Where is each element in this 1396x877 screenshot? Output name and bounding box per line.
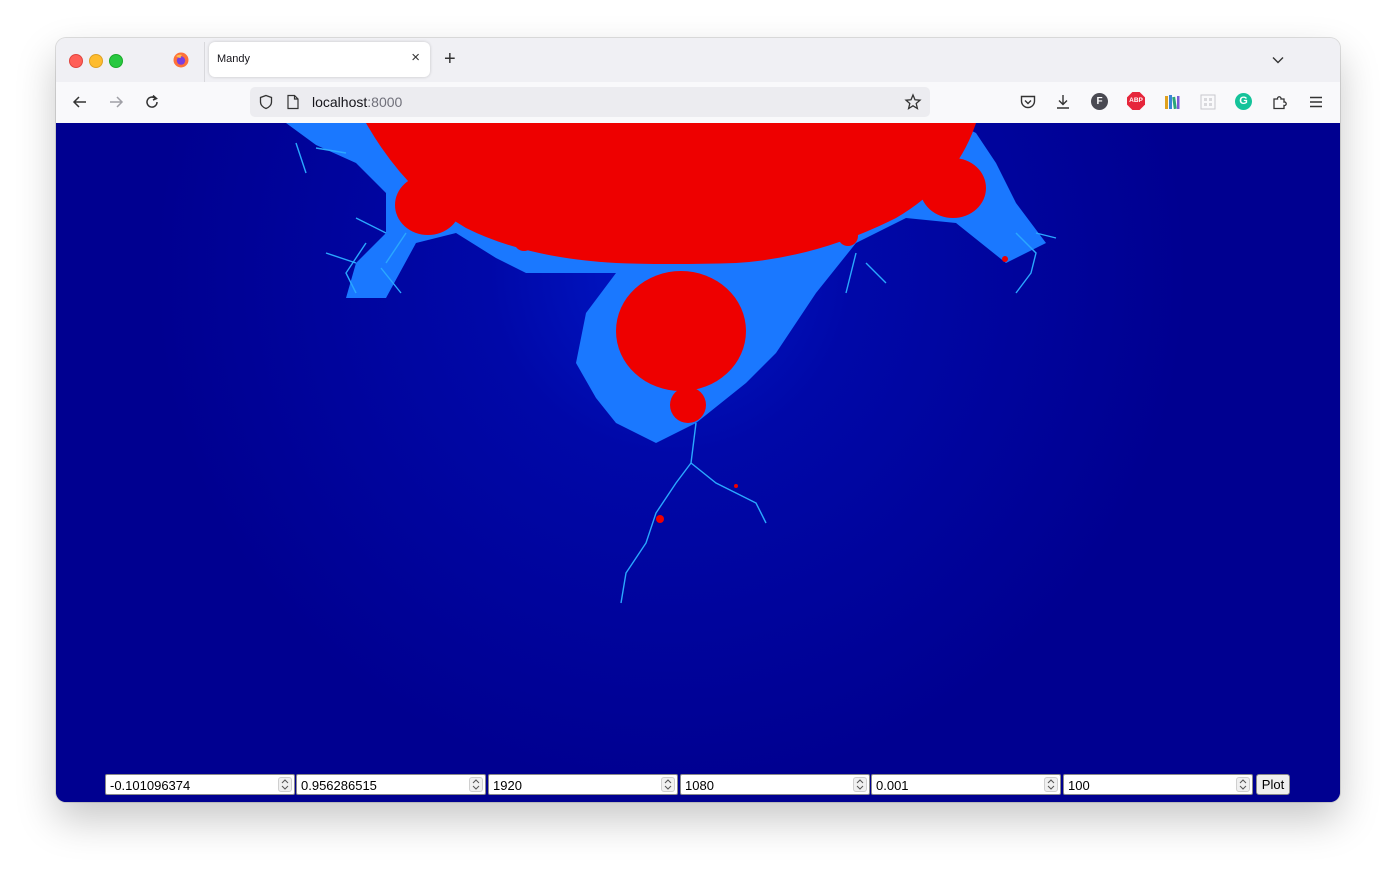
tab-separator bbox=[204, 42, 205, 82]
scale-value: 0.001 bbox=[876, 778, 909, 793]
center-y-input[interactable]: 0.956286515 bbox=[296, 774, 486, 795]
plot-button[interactable]: Plot bbox=[1256, 774, 1290, 795]
center-y-value: 0.956286515 bbox=[301, 778, 377, 793]
iterations-spinner[interactable] bbox=[1236, 777, 1250, 792]
spinner-arrows-icon bbox=[1239, 779, 1247, 790]
height-input[interactable]: 1080 bbox=[680, 774, 870, 795]
height-value: 1080 bbox=[685, 778, 714, 793]
width-input[interactable]: 1920 bbox=[488, 774, 678, 795]
height-spinner[interactable] bbox=[853, 777, 867, 792]
mandelbrot-canvas[interactable] bbox=[56, 123, 1340, 802]
menu-icon[interactable] bbox=[1307, 93, 1325, 111]
url-text: localhost:8000 bbox=[312, 94, 402, 110]
grammarly-icon[interactable]: G bbox=[1235, 93, 1252, 110]
back-arrow-icon[interactable] bbox=[71, 93, 89, 111]
tab-bar: Mandy × + bbox=[56, 38, 1340, 82]
iterations-value: 100 bbox=[1068, 778, 1090, 793]
center-x-value: -0.101096374 bbox=[110, 778, 191, 793]
forward-arrow-icon[interactable] bbox=[107, 93, 125, 111]
reload-icon[interactable] bbox=[143, 93, 161, 111]
pocket-icon[interactable] bbox=[1019, 93, 1037, 111]
new-tab-button[interactable]: + bbox=[444, 48, 456, 70]
extensions-puzzle-icon[interactable] bbox=[1271, 93, 1289, 111]
firefox-icon bbox=[173, 52, 189, 68]
iterations-input[interactable]: 100 bbox=[1063, 774, 1253, 795]
center-y-spinner[interactable] bbox=[469, 777, 483, 792]
width-value: 1920 bbox=[493, 778, 522, 793]
center-x-input[interactable]: -0.101096374 bbox=[105, 774, 295, 795]
chevron-down-icon[interactable] bbox=[1270, 52, 1286, 68]
window-maximize-button[interactable] bbox=[109, 54, 123, 68]
bookmark-star-icon[interactable] bbox=[904, 93, 922, 111]
address-bar[interactable]: localhost:8000 bbox=[250, 87, 930, 117]
window-minimize-button[interactable] bbox=[89, 54, 103, 68]
url-port: :8000 bbox=[367, 94, 403, 110]
downloads-icon[interactable] bbox=[1054, 93, 1072, 111]
adblock-plus-icon[interactable]: ABP bbox=[1127, 92, 1145, 110]
navigation-toolbar: localhost:8000 F ABP G bbox=[56, 82, 1340, 124]
spinner-arrows-icon bbox=[1047, 779, 1055, 790]
spinner-arrows-icon bbox=[472, 779, 480, 790]
page-info-icon[interactable] bbox=[286, 94, 300, 110]
tab-mandy[interactable]: Mandy × bbox=[209, 42, 430, 77]
tab-title: Mandy bbox=[217, 53, 251, 65]
extension-f-icon[interactable]: F bbox=[1091, 93, 1108, 110]
window-close-button[interactable] bbox=[69, 54, 83, 68]
library-books-icon[interactable] bbox=[1163, 93, 1181, 111]
spinner-arrows-icon bbox=[281, 779, 289, 790]
extension-grid-icon[interactable] bbox=[1199, 93, 1217, 111]
page-content: -0.101096374 0.956286515 1920 1080 0.001… bbox=[56, 123, 1340, 802]
center-x-spinner[interactable] bbox=[278, 777, 292, 792]
tracking-shield-icon[interactable] bbox=[258, 94, 274, 110]
scale-input[interactable]: 0.001 bbox=[871, 774, 1061, 795]
scale-spinner[interactable] bbox=[1044, 777, 1058, 792]
tab-close-icon[interactable]: × bbox=[411, 50, 420, 65]
browser-window: Mandy × + localhost:8000 F ABP G -0.1010… bbox=[56, 38, 1340, 802]
spinner-arrows-icon bbox=[664, 779, 672, 790]
url-host: localhost bbox=[312, 94, 368, 110]
spinner-arrows-icon bbox=[856, 779, 864, 790]
width-spinner[interactable] bbox=[661, 777, 675, 792]
